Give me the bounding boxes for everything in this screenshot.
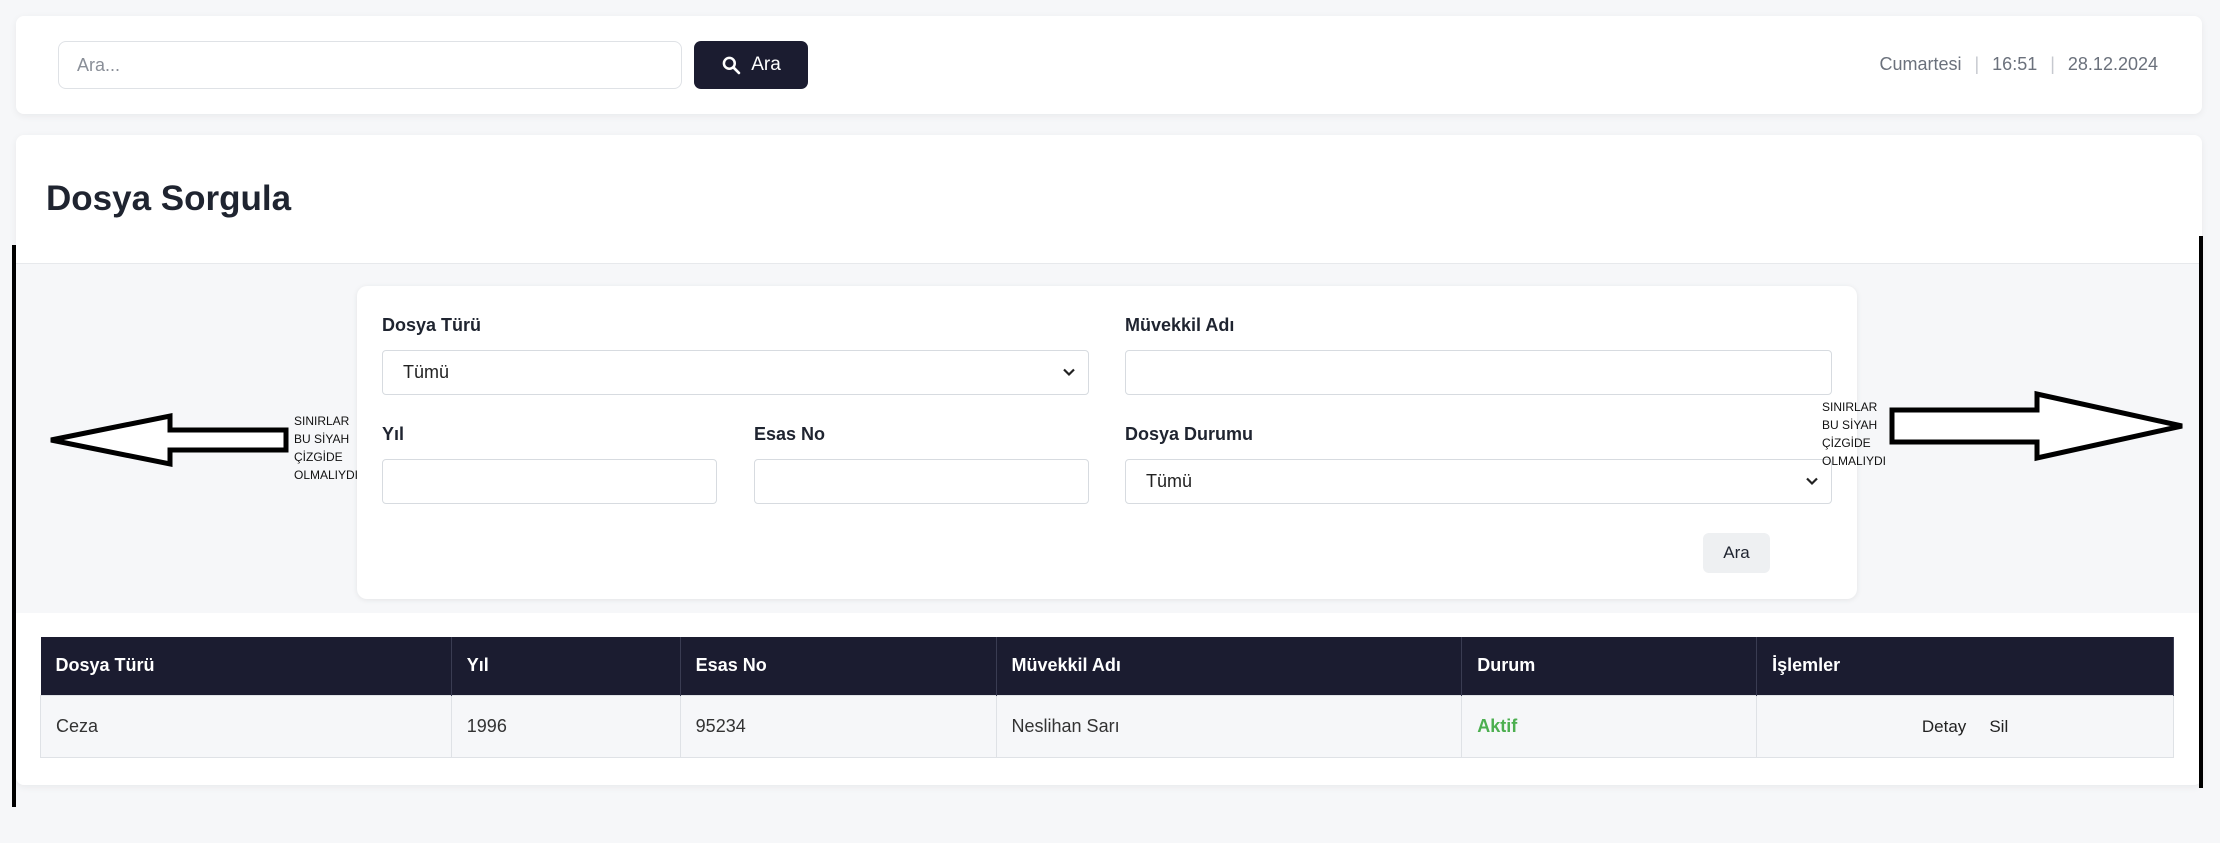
cell-esas-no: 95234	[679, 694, 997, 758]
filter-card: Dosya Türü Tümü Müvekkil Adı Yıl Esas No…	[357, 286, 1857, 599]
yil-label: Yıl	[382, 424, 405, 444]
column-header-yil: Yıl	[451, 637, 681, 695]
annotation-line: SINIRLAR	[294, 414, 350, 428]
detail-button[interactable]: Detay	[1922, 717, 1966, 737]
column-header-muvekkil-adi: Müvekkil Adı	[996, 637, 1463, 695]
dosya-turu-label: Dosya Türü	[382, 315, 482, 335]
search-button-label: Ara	[751, 54, 781, 75]
cell-actions: Detay Sil	[1756, 694, 2174, 758]
esas-no-input[interactable]	[754, 459, 1089, 504]
page-title: Dosya Sorgula	[46, 179, 292, 218]
search-button[interactable]: Ara	[694, 41, 808, 89]
dosya-durumu-select[interactable]: Tümü	[1125, 459, 1832, 504]
boundary-line-right	[2199, 236, 2203, 788]
annotation-line: ÇİZGİDE	[1822, 436, 1871, 450]
top-bar: Ara Cumartesi | 16:51 | 28.12.2024	[16, 16, 2202, 114]
column-header-durum: Durum	[1461, 637, 1758, 695]
separator: |	[1974, 54, 1980, 74]
chevron-down-icon	[1806, 477, 1818, 486]
annotation-line: BU SİYAH	[294, 432, 350, 446]
dosya-durumu-label: Dosya Durumu	[1125, 424, 1254, 444]
arrow-right-icon	[1889, 390, 2183, 462]
delete-button[interactable]: Sil	[1989, 717, 2008, 737]
status-badge: Aktif	[1461, 694, 1758, 758]
boundary-line-left	[12, 245, 16, 807]
column-header-islemler: İşlemler	[1756, 637, 2174, 695]
search-input[interactable]	[58, 41, 682, 89]
annotation-note-right: SINIRLAR BU SİYAH ÇİZGİDE OLMALIYDI	[1822, 398, 1886, 470]
cell-dosya-turu: Ceza	[40, 694, 452, 758]
yil-input[interactable]	[382, 459, 717, 504]
annotation-line: SINIRLAR	[1822, 400, 1878, 414]
cell-muvekkil-adi: Neslihan Sarı	[995, 694, 1463, 758]
annotation-line: ÇİZGİDE	[294, 450, 343, 464]
cell-yil: 1996	[450, 694, 681, 758]
dosya-turu-select[interactable]: Tümü	[382, 350, 1089, 395]
dosya-durumu-value: Tümü	[1146, 471, 1193, 491]
results-table: Dosya Türü Yıl Esas No Müvekkil Adı Duru…	[40, 637, 2174, 758]
separator: |	[2050, 54, 2055, 74]
annotation-line: OLMALIYDI	[1822, 454, 1887, 468]
table-row: Ceza 1996 95234 Neslihan Sarı Aktif Deta…	[40, 694, 2174, 758]
dosya-turu-value: Tümü	[403, 362, 450, 382]
column-header-dosya-turu: Dosya Türü	[40, 637, 452, 695]
annotation-line: BU SİYAH	[1822, 418, 1878, 432]
annotation-note-left: SINIRLAR BU SİYAH ÇİZGİDE OLMALIYDI	[294, 412, 358, 484]
date-label: 28.12.2024	[2067, 54, 2158, 74]
time-label: 16:51	[1992, 54, 2038, 74]
muvekkil-adi-input[interactable]	[1125, 350, 1832, 395]
search-icon	[722, 56, 741, 75]
datetime-display: Cumartesi | 16:51 | 28.12.2024	[1879, 54, 2158, 75]
chevron-down-icon	[1063, 368, 1075, 377]
esas-no-label: Esas No	[754, 424, 826, 444]
column-header-esas-no: Esas No	[680, 637, 997, 695]
day-label: Cumartesi	[1879, 54, 1962, 74]
annotation-line: OLMALIYDI	[294, 468, 359, 482]
filter-search-button[interactable]: Ara	[1703, 533, 1770, 573]
muvekkil-adi-label: Müvekkil Adı	[1125, 315, 1235, 335]
table-header-row: Dosya Türü Yıl Esas No Müvekkil Adı Duru…	[40, 637, 2174, 695]
arrow-left-icon	[50, 412, 289, 468]
